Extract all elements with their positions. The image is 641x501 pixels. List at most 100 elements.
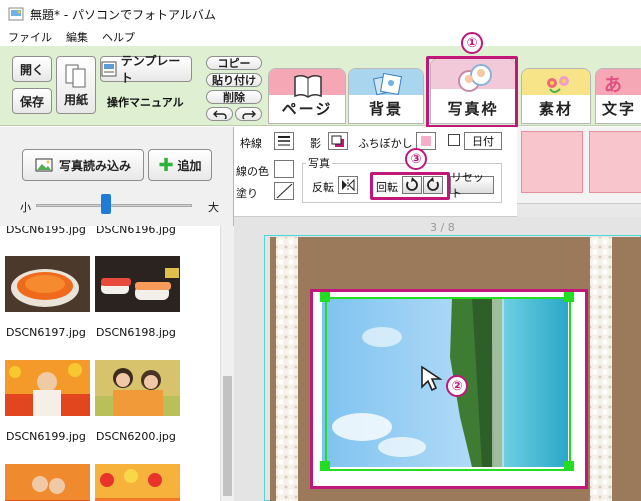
date-checkbox[interactable] [448, 134, 460, 146]
menu-edit[interactable]: 編集 [66, 29, 88, 45]
frame-presets-scrollbar[interactable] [517, 203, 641, 217]
thumbnail-size-slider-track[interactable] [36, 204, 192, 207]
annotation-badge-3: ③ [405, 148, 427, 170]
template-label: テンプレート [120, 54, 181, 85]
shadow-icon [331, 135, 344, 147]
resize-handle-bottom-left[interactable] [320, 461, 330, 471]
date-button[interactable]: 日付 [464, 132, 502, 150]
tab-background[interactable]: 背景 [348, 68, 424, 124]
tab-text-label: 文字 [602, 100, 637, 118]
paper-label: 用紙 [63, 92, 88, 107]
photo-filename: DSCN6196.jpg [96, 226, 176, 236]
rotate-controls-highlight [370, 172, 450, 200]
flip-label: 反転 [312, 181, 334, 194]
paper-icon [65, 64, 86, 87]
paste-button[interactable]: 貼り付け [206, 73, 262, 87]
redo-button[interactable] [235, 107, 262, 121]
scrollbar-thumb[interactable] [223, 376, 232, 496]
reset-label: リセット [451, 171, 484, 200]
photo-frame-tab-highlight [426, 56, 518, 128]
undo-icon [212, 110, 227, 119]
shadow-button[interactable] [328, 132, 348, 150]
canvas-area: 3 / 8 ② [234, 217, 641, 501]
paste-label: 貼り付け [212, 74, 256, 87]
paper-button[interactable]: 用紙 [56, 56, 96, 114]
photo-thumbnail-tulips[interactable] [95, 464, 180, 501]
tab-text[interactable]: あ 文字 [595, 68, 641, 124]
photo-group-label: 写真 [306, 155, 332, 171]
size-small-label: 小 [20, 201, 31, 214]
photo-thumbnail-sushi[interactable] [95, 256, 180, 312]
load-photos-button[interactable]: 写真読み込み [22, 149, 144, 181]
frame-preset-thumbnail[interactable] [521, 131, 583, 193]
annotation-badge-1: ① [461, 32, 483, 54]
photo-thumbnail-couple[interactable] [5, 464, 90, 501]
tab-page-label: ページ [281, 100, 333, 118]
template-icon [101, 61, 117, 77]
plus-icon: ✚ [158, 154, 174, 176]
line-style-icon [278, 136, 290, 146]
manual-link[interactable]: 操作マニュアル [107, 94, 184, 110]
frame-line-label: 枠線 [240, 137, 262, 150]
tab-materials[interactable]: 素材 [521, 68, 591, 124]
fill-label: 塗り [236, 187, 258, 200]
open-label: 開く [19, 62, 44, 77]
delete-button[interactable]: 削除 [206, 90, 262, 104]
menu-file[interactable]: ファイル [8, 29, 52, 45]
app-icon [8, 6, 24, 22]
menu-bar: ファイル 編集 ヘルプ [0, 28, 641, 46]
blur-edge-icon [421, 136, 431, 146]
frame-presets-panel [517, 127, 641, 217]
text-tab-icon: あ [604, 75, 622, 96]
resize-handle-top-left[interactable] [320, 292, 330, 302]
tab-background-label: 背景 [368, 100, 403, 118]
window-title: 無題* - パソコンでフォトアルバム [30, 7, 216, 22]
toolbar: 開く 保存 用紙 テンプレート 操作マニュアル コピー 貼り付け 削除 ページ … [0, 46, 641, 126]
save-label: 保存 [19, 94, 44, 109]
shadow-label: 影 [310, 137, 321, 150]
resize-handle-bottom-right[interactable] [564, 461, 574, 471]
resize-handle-top-right[interactable] [564, 292, 574, 302]
flip-button[interactable] [338, 176, 358, 194]
photo-list-scrollbar[interactable] [220, 226, 234, 501]
reset-button[interactable]: リセット [450, 171, 494, 200]
blur-edge-label: ふちぼかし [358, 137, 413, 150]
menu-help[interactable]: ヘルプ [102, 29, 135, 45]
photo-list: DSCN6195.jpg DSCN6196.jpg DSCN6197.jpg D… [0, 226, 220, 501]
thumbnail-size-slider-handle[interactable] [101, 194, 112, 214]
copy-label: コピー [217, 57, 251, 70]
flower-icon [547, 76, 569, 93]
photo-filename: DSCN6199.jpg [6, 430, 86, 443]
book-icon [294, 74, 322, 98]
background-photos-icon [372, 72, 403, 96]
photo-thumbnail-ikura[interactable] [5, 256, 90, 312]
photo-thumbnail-flowers-woman[interactable] [5, 360, 90, 416]
add-button[interactable]: ✚ 追加 [148, 149, 212, 181]
photo-icon [35, 158, 53, 172]
save-button[interactable]: 保存 [12, 88, 52, 114]
blur-edge-button[interactable] [416, 132, 436, 150]
copy-button[interactable]: コピー [206, 56, 262, 70]
frame-preset-thumbnail[interactable] [589, 131, 641, 193]
delete-label: 削除 [223, 91, 245, 104]
photo-thumbnail-two-women[interactable] [95, 360, 180, 416]
photo-filename: DSCN6200.jpg [96, 430, 176, 443]
mouse-pointer-icon [421, 365, 443, 392]
page-indicator: 3 / 8 [430, 221, 455, 234]
add-label: 追加 [177, 158, 202, 173]
line-color-label: 線の色 [236, 165, 269, 178]
open-button[interactable]: 開く [12, 56, 52, 82]
tab-materials-label: 素材 [538, 100, 573, 118]
line-color-swatch[interactable] [274, 160, 294, 178]
title-bar: 無題* - パソコンでフォトアルバム [0, 0, 641, 28]
tab-page[interactable]: ページ [268, 68, 346, 124]
annotation-badge-2: ② [446, 375, 468, 397]
flip-icon [342, 178, 355, 192]
frame-line-style-button[interactable] [274, 132, 294, 150]
photo-filename: DSCN6197.jpg [6, 326, 86, 339]
undo-button[interactable] [206, 107, 233, 121]
redo-icon [241, 110, 256, 119]
fill-swatch[interactable] [274, 182, 294, 200]
template-button[interactable]: テンプレート [100, 54, 192, 85]
date-label: 日付 [472, 135, 494, 148]
